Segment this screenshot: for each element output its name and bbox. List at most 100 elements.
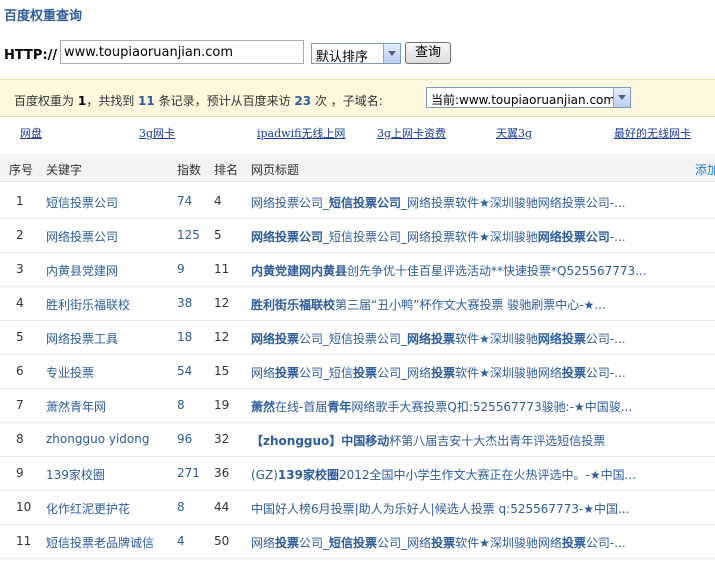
title-highlight: 青年 bbox=[327, 400, 352, 414]
row-keyword-link[interactable]: 化作红泥更护花 bbox=[46, 500, 130, 517]
title-highlight: 投票 bbox=[275, 366, 300, 380]
table-row: 3 内黄县党建网 9 11 内黄党建网内黄县创先争优十佳百星评选活动**快速投票*Q52… bbox=[0, 253, 715, 287]
row-index: 2 bbox=[16, 228, 24, 242]
row-title-link[interactable]: 网络投票公司_短信投票公司_网络投票软件★深圳骏驰网络投票公司-... bbox=[251, 364, 671, 381]
summary-text: 百度权重为 1，共找到 11 条记录，预计从百度来访 23 次 ，子域名: bbox=[14, 92, 383, 109]
row-keyword-link[interactable]: 网络投票工具 bbox=[46, 330, 118, 347]
title-text: 公司-... bbox=[585, 366, 626, 380]
row-score-link[interactable]: 125 bbox=[177, 228, 200, 242]
row-index: 6 bbox=[16, 364, 24, 378]
table-row: 11 短信投票老品牌诚信 4 50 网络投票公司_短信投票公司_网络投票软件★深圳骏驰网… bbox=[0, 525, 715, 559]
chevron-down-icon[interactable] bbox=[613, 88, 630, 107]
table-row: 5 网络投票工具 18 12 网络投票公司_短信投票公司_网络投票软件★深圳骏驰网络投票… bbox=[0, 321, 715, 355]
related-link[interactable]: 天翼3g bbox=[496, 125, 532, 141]
row-title-link[interactable]: 内黄党建网内黄县创先争优十佳百星评选活动**快速投票*Q525567773... bbox=[251, 262, 671, 279]
summary-label: 次 ，子域名: bbox=[314, 94, 383, 108]
related-link[interactable]: 网盘 bbox=[20, 125, 42, 141]
url-input[interactable] bbox=[60, 40, 304, 64]
visit-count: 23 bbox=[294, 94, 312, 108]
row-index: 11 bbox=[16, 534, 32, 548]
title-highlight: 139家校圈 bbox=[277, 468, 339, 482]
table-row: 1 短信投票公司 74 4 网络投票公司_短信投票公司_网络投票软件★深圳骏驰网络投票公… bbox=[0, 185, 715, 219]
row-keyword-link[interactable]: 短信投票公司 bbox=[46, 194, 118, 211]
sort-select-value: 默认排序 bbox=[316, 50, 369, 65]
row-rank: 15 bbox=[214, 364, 230, 378]
row-title-link[interactable]: 萧然在线-首届青年网络歌手大赛投票Q扣:525567773骏驰:-★中国骏... bbox=[251, 398, 671, 415]
subdomain-select[interactable]: 当前:www.toupiaoruanjian.com bbox=[426, 87, 631, 108]
add-link[interactable]: 添加 bbox=[695, 161, 715, 178]
row-title-link[interactable]: 【zhongguo】中国移动杯第八届吉安十大杰出青年评选短信投票 bbox=[251, 432, 671, 449]
title-highlight: 投票 bbox=[275, 536, 300, 550]
related-link[interactable]: 3g上网卡资费 bbox=[377, 125, 446, 141]
row-keyword-link[interactable]: 139家校圈 bbox=[46, 466, 105, 483]
row-keyword-link[interactable]: zhongguo yidong bbox=[46, 432, 149, 446]
row-index: 5 bbox=[16, 330, 24, 344]
row-title-link[interactable]: 网络投票公司_短信投票公司_网络投票软件★深圳骏驰网络投票公司-... bbox=[251, 534, 671, 551]
row-score-link[interactable]: 271 bbox=[177, 466, 200, 480]
table-header: 序号 关键字 指数 排名 网页标题 添加 bbox=[0, 154, 715, 182]
title-text: _短信投票公司_网络投票软件★深圳骏驰 bbox=[323, 230, 538, 244]
related-link[interactable]: ipadwifi无线上网 bbox=[257, 125, 345, 141]
title-text: 2012全国中小学生作文大赛正在火热评选中。-★中国... bbox=[338, 468, 637, 482]
title-text: 网络投票公司_ bbox=[251, 196, 330, 210]
title-highlight: 投票 bbox=[561, 536, 586, 550]
table-row: 7 萧然青年网 8 19 萧然在线-首届青年网络歌手大赛投票Q扣:525567773骏驰… bbox=[0, 389, 715, 423]
row-title-link[interactable]: (GZ)139家校圈2012全国中小学生作文大赛正在火热评选中。-★中国... bbox=[251, 466, 671, 483]
row-index: 9 bbox=[16, 466, 24, 480]
title-text: (GZ) bbox=[251, 468, 278, 482]
row-score-link[interactable]: 4 bbox=[177, 534, 185, 548]
title-text: 软件★深圳骏驰网络 bbox=[455, 536, 562, 550]
row-rank: 36 bbox=[214, 466, 230, 480]
row-keyword-link[interactable]: 胜利街乐福联校 bbox=[46, 296, 130, 313]
row-title-link[interactable]: 中国好人榜6月投票|助人为乐好人|候选人投票 q:525567773-★中国..… bbox=[251, 500, 671, 517]
row-index: 4 bbox=[16, 296, 24, 310]
header-index: 序号 bbox=[9, 163, 34, 177]
row-rank: 19 bbox=[214, 398, 230, 412]
row-score-link[interactable]: 74 bbox=[177, 194, 192, 208]
related-link[interactable]: 最好的无线网卡 bbox=[614, 125, 691, 141]
row-rank: 32 bbox=[214, 432, 230, 446]
row-index: 3 bbox=[16, 262, 24, 276]
title-text: 公司_短信 bbox=[299, 366, 354, 380]
query-button[interactable]: 查询 bbox=[405, 42, 451, 64]
title-highlight: 短信投票公司 bbox=[329, 196, 402, 210]
row-title-link[interactable]: 网络投票公司_短信投票公司_网络投票软件★深圳骏驰网络投票公司-... bbox=[251, 228, 671, 245]
title-highlight: 投票 bbox=[431, 366, 456, 380]
row-keyword-link[interactable]: 萧然青年网 bbox=[46, 398, 106, 415]
row-score-link[interactable]: 54 bbox=[177, 364, 192, 378]
row-score-link[interactable]: 96 bbox=[177, 432, 192, 446]
row-score-link[interactable]: 8 bbox=[177, 398, 185, 412]
chevron-down-icon[interactable] bbox=[383, 44, 400, 63]
title-highlight: 网络投票 bbox=[407, 332, 456, 346]
weight-value: 1 bbox=[77, 94, 87, 108]
row-keyword-link[interactable]: 内黄县党建网 bbox=[46, 262, 118, 279]
row-title-link[interactable]: 胜利街乐福联校第三届“丑小鸭”杯作文大赛投票 骏驰刷票中心-★... bbox=[251, 296, 671, 313]
related-link[interactable]: 3g网卡 bbox=[139, 125, 175, 141]
row-keyword-link[interactable]: 专业投票 bbox=[46, 364, 94, 381]
title-text: 公司_ bbox=[299, 536, 330, 550]
header-title: 网页标题 bbox=[251, 163, 300, 177]
row-score-link[interactable]: 8 bbox=[177, 500, 185, 514]
row-score-link[interactable]: 9 bbox=[177, 262, 185, 276]
table-row: 8 zhongguo yidong 96 32 【zhongguo】中国移动杯第八届吉安… bbox=[0, 423, 715, 457]
title-text: 软件★深圳骏驰网络 bbox=[455, 366, 562, 380]
title-highlight: 内黄党建网内黄县 bbox=[251, 264, 348, 278]
row-index: 8 bbox=[16, 432, 24, 446]
row-score-link[interactable]: 18 bbox=[177, 330, 192, 344]
title-text: 网络 bbox=[251, 366, 276, 380]
title-highlight: 网络投票 bbox=[537, 332, 586, 346]
row-index: 10 bbox=[16, 500, 32, 514]
row-keyword-link[interactable]: 网络投票公司 bbox=[46, 228, 118, 245]
row-score-link[interactable]: 38 bbox=[177, 296, 192, 310]
table-row: 4 胜利街乐福联校 38 12 胜利街乐福联校第三届“丑小鸭”杯作文大赛投票 骏驰刷票中… bbox=[0, 287, 715, 321]
title-highlight: 投票 bbox=[431, 536, 456, 550]
row-rank: 12 bbox=[214, 296, 230, 310]
table-row: 10 化作红泥更护花 8 44 中国好人榜6月投票|助人为乐好人|候选人投票 q:525… bbox=[0, 491, 715, 525]
row-title-link[interactable]: 网络投票公司_短信投票公司_网络投票软件★深圳骏驰网络投票公司-... bbox=[251, 194, 671, 211]
table-row: 9 139家校圈 271 36 (GZ)139家校圈2012全国中小学生作文大赛正在火热… bbox=[0, 457, 715, 491]
summary-label: 百度权重为 bbox=[14, 94, 75, 108]
title-highlight: 投票 bbox=[561, 366, 586, 380]
row-keyword-link[interactable]: 短信投票老品牌诚信 bbox=[46, 534, 154, 551]
sort-select[interactable]: 默认排序 bbox=[311, 43, 401, 65]
row-title-link[interactable]: 网络投票公司_短信投票公司_网络投票软件★深圳骏驰网络投票公司-... bbox=[251, 330, 671, 347]
